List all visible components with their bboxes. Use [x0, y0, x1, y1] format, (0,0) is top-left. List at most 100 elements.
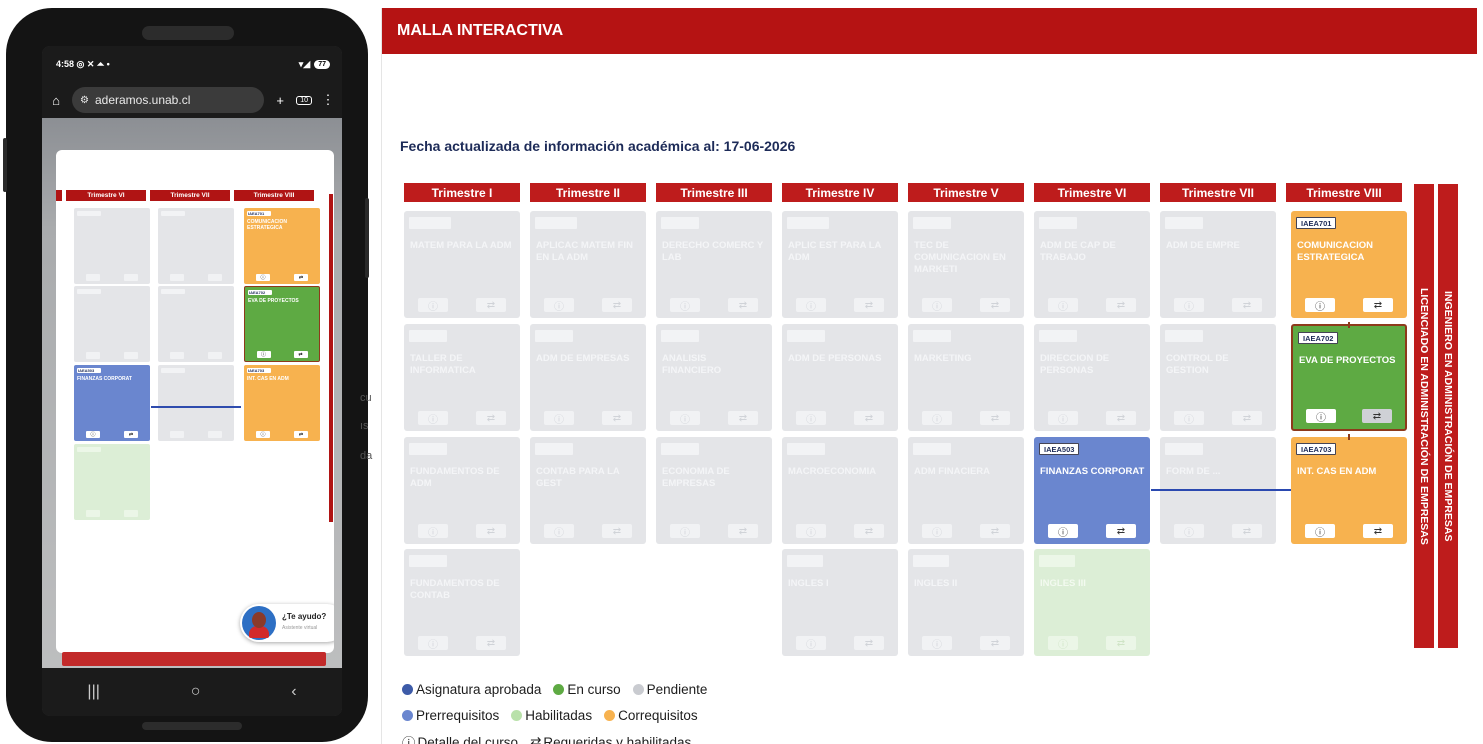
swap-icon[interactable]: ⇄ — [294, 431, 308, 438]
info-icon[interactable]: ⓘ — [796, 298, 826, 313]
mobile-course-card-prerequisite[interactable]: IAEA503 FINANZAS CORPORAT ⓘ ⇄ — [74, 365, 150, 441]
course-card-enabled[interactable]: INGI301 INGLES III ⓘ ⇄ — [1034, 549, 1150, 656]
mobile-course-card[interactable] — [74, 286, 150, 362]
swap-icon[interactable]: ⇄ — [1362, 409, 1392, 423]
help-chat-button[interactable]: ¿Te ayudo? Asistente virtual — [240, 604, 334, 642]
info-icon[interactable]: ⓘ — [922, 524, 952, 539]
swap-icon[interactable]: ⇄ — [602, 524, 632, 538]
swap-icon[interactable]: ⇄ — [980, 524, 1010, 538]
course-card[interactable]: IAEA001 TALLER DE INFORMATICA ⓘ ⇄ — [404, 324, 520, 431]
swap-icon[interactable]: ⇄ — [1106, 524, 1136, 538]
info-icon[interactable]: ⓘ — [544, 298, 574, 313]
info-icon[interactable]: ⓘ — [1306, 409, 1336, 424]
new-tab-icon[interactable]: + — [272, 93, 288, 108]
mobile-action-button[interactable] — [62, 652, 326, 666]
swap-icon[interactable]: ⇄ — [728, 411, 758, 425]
course-card[interactable]: IAEA102 CONTAB PARA LA GEST ⓘ ⇄ — [530, 437, 646, 544]
course-card[interactable]: FMM9370 APLIC EST PARA LA ADM ⓘ ⇄ — [782, 211, 898, 318]
course-card[interactable]: INGI201 INGLES II ⓘ ⇄ — [908, 549, 1024, 656]
swap-icon[interactable]: ⇄ — [293, 351, 308, 358]
swap-icon[interactable]: ⇄ — [854, 636, 884, 650]
mobile-course-card[interactable] — [158, 365, 234, 441]
info-icon[interactable]: ⓘ — [1174, 524, 1204, 539]
info-icon[interactable]: ⓘ — [796, 524, 826, 539]
info-icon[interactable]: ⓘ — [1174, 298, 1204, 313]
mobile-course-card-enabled[interactable] — [74, 444, 150, 520]
swap-icon[interactable]: ⇄ — [1106, 636, 1136, 650]
swap-icon[interactable]: ⇄ — [476, 636, 506, 650]
course-card[interactable]: FMM9000 MATEM PARA LA ADM ⓘ ⇄ — [404, 211, 520, 318]
info-icon[interactable]: ⓘ — [418, 636, 448, 651]
info-icon[interactable]: ⓘ — [1048, 524, 1078, 539]
course-card-in-progress[interactable]: IAEA702 EVA DE PROYECTOS ⓘ ⇄ — [1291, 324, 1407, 431]
swap-icon[interactable]: ⇄ — [124, 431, 138, 438]
info-icon[interactable]: ⓘ — [796, 411, 826, 426]
swap-icon[interactable]: ⇄ — [602, 298, 632, 312]
site-settings-icon[interactable]: ⚙ — [80, 95, 89, 106]
swap-icon[interactable]: ⇄ — [980, 298, 1010, 312]
course-card[interactable]: FMM9030 APLICAC MATEM FIN EN LA ADM ⓘ ⇄ — [530, 211, 646, 318]
course-card[interactable]: IAEA401 TEC DE COMUNICACION EN MARKETI ⓘ… — [908, 211, 1024, 318]
swap-icon[interactable]: ⇄ — [728, 298, 758, 312]
swap-icon[interactable]: ⇄ — [294, 274, 308, 281]
info-icon[interactable]: ⓘ — [1048, 411, 1078, 426]
swap-icon[interactable]: ⇄ — [980, 411, 1010, 425]
swap-icon[interactable]: ⇄ — [1363, 298, 1393, 312]
url-field[interactable]: ⚙ aderamos.unab.cl — [72, 87, 265, 113]
course-card[interactable]: IAEA402 MARKETING ⓘ ⇄ — [908, 324, 1024, 431]
info-icon[interactable]: ⓘ — [544, 524, 574, 539]
swap-icon[interactable]: ⇄ — [1232, 411, 1262, 425]
info-icon[interactable]: ⓘ — [922, 636, 952, 651]
swap-icon[interactable]: ⇄ — [1232, 298, 1262, 312]
course-card[interactable]: IAEA602 CONTROL DE GESTION ⓘ ⇄ — [1160, 324, 1276, 431]
info-icon[interactable]: ⓘ — [670, 411, 700, 426]
course-card[interactable]: IAEA003 FUNDAMENTOS DE CONTAB ⓘ ⇄ — [404, 549, 520, 656]
back-chevron-icon[interactable]: ‹ — [291, 683, 296, 701]
course-card[interactable]: IAEA201 ADM DE EMPRESAS ⓘ ⇄ — [530, 324, 646, 431]
mobile-course-card-corequisite[interactable]: IAEA701 COMUNICACION ESTRATEGICA ⓘ ⇄ — [244, 208, 320, 284]
course-card[interactable]: IAEA601 ADM DE EMPRE ⓘ ⇄ — [1160, 211, 1276, 318]
swap-icon[interactable]: ⇄ — [476, 298, 506, 312]
course-card-corequisite[interactable]: IAEA701 COMUNICACION ESTRATEGICA ⓘ ⇄ — [1291, 211, 1407, 318]
info-icon[interactable]: ⓘ — [1305, 298, 1335, 313]
info-icon[interactable]: ⓘ — [86, 431, 100, 438]
menu-kebab-icon[interactable]: ⋮ — [320, 92, 336, 108]
info-icon[interactable]: ⓘ — [418, 524, 448, 539]
course-card[interactable]: IAEA303 ECONOMIA DE EMPRESAS ⓘ ⇄ — [656, 437, 772, 544]
course-card[interactable]: IAEA302 MACROECONOMIA ⓘ ⇄ — [782, 437, 898, 544]
mobile-course-card[interactable] — [74, 208, 150, 284]
swap-icon[interactable]: ⇄ — [728, 524, 758, 538]
swap-icon[interactable]: ⇄ — [476, 411, 506, 425]
course-card[interactable]: IAEA301 DERECHO COMERC Y LAB ⓘ ⇄ — [656, 211, 772, 318]
course-card[interactable]: IAEA501 ADM DE CAP DE TRABAJO ⓘ ⇄ — [1034, 211, 1150, 318]
mobile-course-card[interactable] — [158, 208, 234, 284]
swap-icon[interactable]: ⇄ — [1106, 411, 1136, 425]
info-icon[interactable]: ⓘ — [544, 411, 574, 426]
info-icon[interactable]: ⓘ — [1048, 636, 1078, 651]
swap-icon[interactable]: ⇄ — [980, 636, 1010, 650]
mobile-course-card-in-progress[interactable]: IAEA702 EVA DE PROYECTOS ⓘ ⇄ — [244, 286, 320, 362]
swap-icon[interactable]: ⇄ — [1106, 298, 1136, 312]
info-icon[interactable]: ⓘ — [796, 636, 826, 651]
info-icon[interactable]: ⓘ — [1048, 298, 1078, 313]
swap-icon[interactable]: ⇄ — [1363, 524, 1393, 538]
info-icon[interactable]: ⓘ — [670, 298, 700, 313]
mobile-course-card[interactable] — [158, 286, 234, 362]
course-card-prerequisite[interactable]: IAEA503 FINANZAS CORPORAT ⓘ ⇄ — [1034, 437, 1150, 544]
home-circle-icon[interactable]: ○ — [191, 683, 201, 701]
course-card[interactable]: IAEA002 FUNDAMENTOS DE ADM ⓘ ⇄ — [404, 437, 520, 544]
info-icon[interactable]: ⓘ — [1305, 524, 1335, 539]
info-icon[interactable]: ⓘ — [418, 411, 448, 426]
swap-icon[interactable]: ⇄ — [854, 411, 884, 425]
swap-icon[interactable]: ⇄ — [476, 524, 506, 538]
info-icon[interactable]: ⓘ — [922, 411, 952, 426]
tab-switcher-icon[interactable]: 10 — [296, 95, 312, 105]
course-card[interactable]: IAEA302 ANALISIS FINANCIERO ⓘ ⇄ — [656, 324, 772, 431]
info-icon[interactable]: ⓘ — [418, 298, 448, 313]
info-icon[interactable]: ⓘ — [922, 298, 952, 313]
course-card-corequisite[interactable]: IAEA703 INT. CAS EN ADM ⓘ ⇄ — [1291, 437, 1407, 544]
home-icon[interactable]: ⌂ — [48, 93, 64, 108]
course-card[interactable]: INGI101 INGLES I ⓘ ⇄ — [782, 549, 898, 656]
info-icon[interactable]: ⓘ — [256, 274, 270, 281]
recent-apps-icon[interactable]: ||| — [87, 683, 99, 701]
